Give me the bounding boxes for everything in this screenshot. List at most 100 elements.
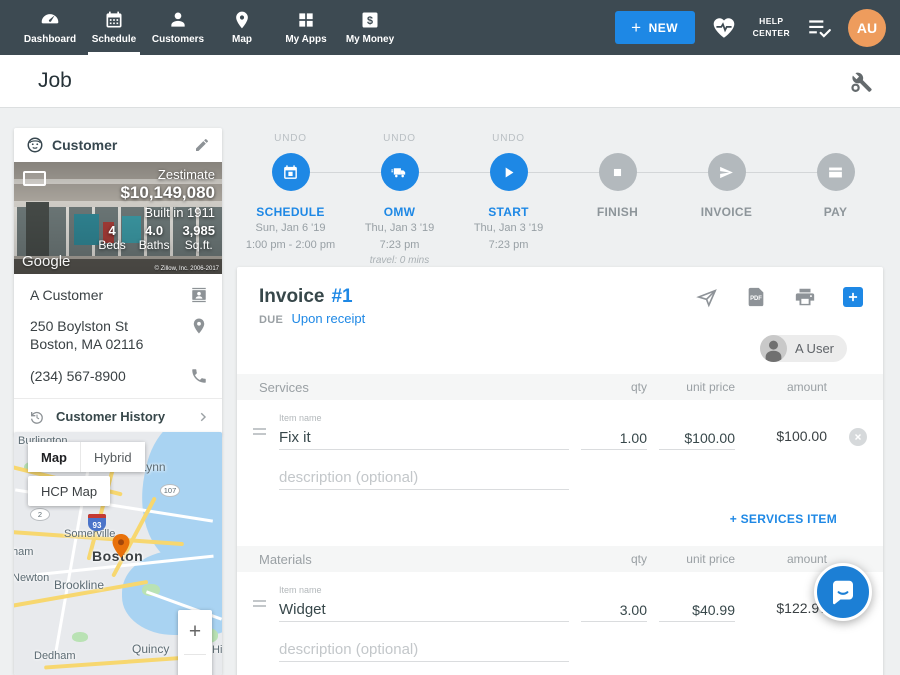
help-center-line2: CENTER bbox=[753, 28, 790, 39]
zoom-out-button[interactable]: − bbox=[178, 655, 212, 675]
nav-item-my-apps[interactable]: My Apps bbox=[274, 0, 338, 55]
omw-step-button[interactable] bbox=[381, 153, 419, 191]
stat-sqft: 3,985 Sq.ft. bbox=[182, 223, 215, 252]
zestimate-value: $10,149,080 bbox=[98, 183, 215, 203]
nav-item-map[interactable]: Map bbox=[210, 0, 274, 55]
item-name-label: Item name bbox=[279, 585, 569, 595]
health-heart-button[interactable] bbox=[711, 15, 737, 41]
pdf-button[interactable]: PDF bbox=[745, 286, 767, 308]
drag-handle-icon[interactable] bbox=[237, 428, 267, 435]
assignee-name: A User bbox=[795, 341, 834, 356]
job-tools-button[interactable] bbox=[846, 67, 874, 95]
material-description-input[interactable] bbox=[279, 638, 569, 662]
start-step-button[interactable] bbox=[490, 153, 528, 191]
new-button[interactable]: + NEW bbox=[615, 11, 695, 44]
built-year: Built in 1911 bbox=[98, 205, 215, 220]
property-photo[interactable]: Zestimate $10,149,080 Built in 1911 4 Be… bbox=[14, 162, 222, 274]
route-badge-2: 2 bbox=[30, 508, 50, 521]
chat-fab-button[interactable] bbox=[814, 563, 872, 621]
remove-service-item-button[interactable] bbox=[849, 428, 867, 446]
schedule-step-button[interactable] bbox=[272, 153, 310, 191]
customer-name: A Customer bbox=[30, 286, 190, 304]
service-unit-price-input[interactable] bbox=[659, 426, 735, 450]
finish-step-button[interactable] bbox=[599, 153, 637, 191]
truck-icon bbox=[391, 164, 408, 181]
map-zoom-control: + − bbox=[178, 610, 212, 675]
undo-schedule-link[interactable]: UNDO bbox=[236, 133, 345, 149]
invoice-step-button[interactable] bbox=[708, 153, 746, 191]
material-unit-price-input[interactable] bbox=[659, 598, 735, 622]
material-item-row: Item name $122.97 bbox=[237, 585, 883, 622]
service-qty-input[interactable] bbox=[581, 426, 647, 450]
hcp-map-button[interactable]: HCP Map bbox=[28, 476, 110, 506]
hybrid-view-button[interactable]: Hybrid bbox=[80, 442, 145, 472]
map-pin-icon bbox=[232, 10, 252, 30]
customer-face-icon bbox=[26, 136, 44, 154]
due-row: DUE Upon receipt bbox=[259, 311, 863, 326]
customer-phone: (234) 567-8900 bbox=[30, 367, 190, 385]
assignee-avatar-icon bbox=[760, 335, 787, 362]
nav-item-dashboard[interactable]: Dashboard bbox=[18, 0, 82, 55]
service-item-name-input[interactable] bbox=[279, 426, 569, 450]
stat-beds: 4 Beds bbox=[98, 223, 125, 252]
send-invoice-button[interactable] bbox=[696, 286, 718, 308]
job-progress-stepper: UNDO SCHEDULE Sun, Jan 6 '19 1:00 pm - 2… bbox=[236, 133, 890, 266]
history-icon bbox=[29, 409, 45, 425]
customers-icon bbox=[168, 10, 188, 30]
material-item-name-input[interactable] bbox=[279, 598, 569, 622]
assignee-chip[interactable]: A User bbox=[760, 335, 847, 362]
undo-omw-link[interactable]: UNDO bbox=[345, 133, 454, 149]
job-location-pin bbox=[112, 534, 130, 558]
customer-history-link[interactable]: Customer History bbox=[14, 399, 222, 435]
add-invoice-button[interactable] bbox=[843, 287, 863, 307]
customer-phone-row: (234) 567-8900 bbox=[30, 367, 208, 385]
money-icon: $ bbox=[360, 10, 380, 30]
send-icon bbox=[718, 164, 735, 181]
add-services-item-link[interactable]: + SERVICES ITEM bbox=[730, 512, 837, 526]
help-center-button[interactable]: HELP CENTER bbox=[753, 16, 790, 38]
pay-step-button[interactable] bbox=[817, 153, 855, 191]
step-omw: UNDO OMW Thu, Jan 3 '19 7:23 pm travel: … bbox=[345, 133, 454, 266]
zoom-in-button[interactable]: + bbox=[178, 610, 212, 654]
undo-start-link[interactable]: UNDO bbox=[454, 133, 563, 149]
chat-bubble-icon bbox=[828, 577, 858, 607]
edit-customer-icon[interactable] bbox=[194, 137, 210, 153]
nav-item-schedule[interactable]: Schedule bbox=[82, 0, 146, 55]
due-value-link[interactable]: Upon receipt bbox=[291, 311, 365, 326]
plus-icon: + bbox=[631, 19, 641, 36]
map-label-hingham: Hi bbox=[212, 644, 222, 656]
svg-text:$: $ bbox=[367, 15, 373, 27]
nav-item-customers[interactable]: Customers bbox=[146, 0, 210, 55]
invoice-title: Invoice bbox=[259, 286, 324, 308]
due-label: DUE bbox=[259, 314, 283, 326]
svg-text:PDF: PDF bbox=[750, 296, 762, 302]
map-label-quincy: Quincy bbox=[132, 642, 169, 656]
tasks-button[interactable] bbox=[806, 15, 832, 41]
print-button[interactable] bbox=[794, 286, 816, 308]
user-avatar[interactable]: AU bbox=[848, 9, 886, 47]
stat-baths: 4.0 Baths bbox=[139, 223, 170, 252]
nav-item-my-money[interactable]: $ My Money bbox=[338, 0, 402, 55]
map-view-button[interactable]: Map bbox=[28, 442, 80, 472]
pdf-icon: PDF bbox=[745, 286, 767, 308]
play-icon bbox=[500, 164, 517, 181]
nav-item-label: Dashboard bbox=[24, 34, 76, 45]
qty-column-header: qty bbox=[581, 552, 647, 566]
step-schedule: UNDO SCHEDULE Sun, Jan 6 '19 1:00 pm - 2… bbox=[236, 133, 345, 266]
service-description-input[interactable] bbox=[279, 466, 569, 490]
nav-right: + NEW HELP CENTER AU bbox=[615, 0, 886, 55]
zillow-copyright: © Zillow, Inc. 2006-2017 bbox=[155, 266, 219, 272]
map-type-buttons: Map Hybrid bbox=[28, 442, 145, 472]
map-label-brookline: Brookline bbox=[54, 578, 104, 592]
location-pin-icon[interactable] bbox=[190, 317, 208, 335]
phone-icon[interactable] bbox=[190, 367, 208, 385]
nav-item-label: Map bbox=[232, 34, 252, 45]
material-description-row bbox=[237, 638, 883, 662]
invoice-actions: PDF bbox=[696, 286, 863, 308]
contact-card-icon[interactable] bbox=[190, 286, 208, 304]
drag-handle-icon[interactable] bbox=[237, 600, 267, 607]
invoice-number[interactable]: #1 bbox=[331, 286, 352, 308]
material-qty-input[interactable] bbox=[581, 598, 647, 622]
street-view-icon[interactable] bbox=[23, 171, 46, 186]
material-amount: $122.97 bbox=[747, 600, 827, 622]
